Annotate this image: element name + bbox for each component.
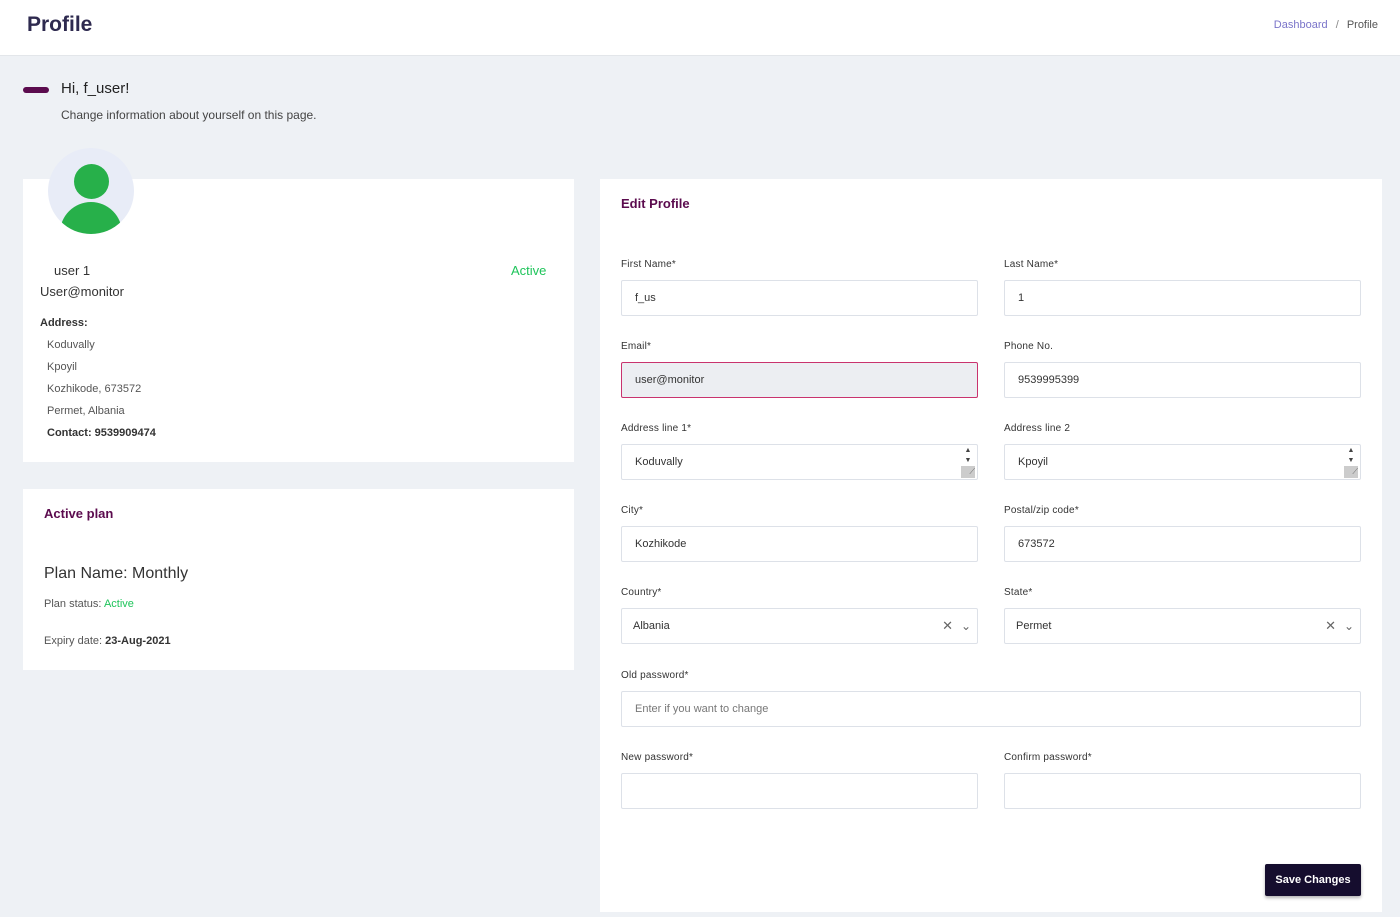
- plan-status-label: Plan status:: [44, 598, 102, 610]
- postal-field[interactable]: 673572: [1004, 526, 1361, 562]
- resize-grip-icon[interactable]: ⟋: [961, 466, 975, 478]
- plan-status: Plan status: Active: [44, 598, 134, 610]
- profile-name: user 1: [54, 263, 91, 278]
- address1-label: Address line 1*: [621, 423, 692, 434]
- plan-expiry-label: Expiry date:: [44, 635, 103, 647]
- clear-icon[interactable]: ✕: [942, 609, 953, 643]
- old-password-label: Old password*: [621, 670, 689, 681]
- address1-value: Koduvally: [635, 456, 683, 468]
- breadcrumb-separator: /: [1335, 19, 1339, 31]
- first-name-label: First Name*: [621, 259, 676, 270]
- country-select[interactable]: Albania ✕ ⌄: [621, 608, 978, 644]
- profile-contact: Contact: 9539909474: [47, 427, 156, 439]
- address1-spinner[interactable]: ▲ ▼ ⟋: [961, 446, 975, 478]
- address2-spinner[interactable]: ▲ ▼ ⟋: [1344, 446, 1358, 478]
- profile-email: User@monitor: [40, 284, 124, 299]
- city-field[interactable]: Kozhikode: [621, 526, 978, 562]
- confirm-password-field[interactable]: [1004, 773, 1361, 809]
- state-value: Permet: [1016, 620, 1052, 632]
- greeting-accent-bar: [23, 87, 49, 93]
- spinner-up-icon[interactable]: ▲: [1344, 446, 1358, 456]
- avatar: [48, 148, 134, 234]
- plan-status-value: Active: [103, 598, 134, 610]
- page-title: Profile: [27, 13, 93, 36]
- spinner-down-icon[interactable]: ▼: [1344, 456, 1358, 466]
- old-password-field[interactable]: Enter if you want to change: [621, 691, 1361, 727]
- avatar-head-icon: [74, 164, 109, 199]
- address-line: Permet, Albania: [47, 405, 125, 417]
- city-label: City*: [621, 505, 644, 516]
- greeting-subtitle: Change information about yourself on thi…: [61, 108, 317, 122]
- resize-grip-icon[interactable]: ⟋: [1344, 466, 1358, 478]
- address-line: Koduvally: [47, 339, 95, 351]
- email-label: Email*: [621, 341, 652, 352]
- address2-textarea[interactable]: Kpoyil ▲ ▼ ⟋: [1004, 444, 1361, 480]
- edit-profile-title: Edit Profile: [621, 196, 690, 211]
- address-label: Address:: [40, 317, 88, 329]
- active-plan-card: Active plan Plan Name: Monthly Plan stat…: [23, 489, 574, 670]
- address2-label: Address line 2: [1004, 423, 1071, 434]
- breadcrumb-current: Profile: [1346, 19, 1378, 31]
- plan-name: Plan Name: Monthly: [44, 565, 189, 582]
- address-line: Kpoyil: [47, 361, 77, 373]
- clear-icon[interactable]: ✕: [1325, 609, 1336, 643]
- country-value: Albania: [633, 620, 670, 632]
- new-password-label: New password*: [621, 752, 694, 763]
- last-name-label: Last Name*: [1004, 259, 1059, 270]
- postal-label: Postal/zip code*: [1004, 505, 1079, 516]
- plan-expiry: Expiry date: 23-Aug-2021: [44, 635, 171, 647]
- breadcrumb-dashboard-link[interactable]: Dashboard: [1274, 19, 1328, 31]
- confirm-password-label: Confirm password*: [1004, 752, 1092, 763]
- state-select[interactable]: Permet ✕ ⌄: [1004, 608, 1361, 644]
- new-password-field[interactable]: [621, 773, 978, 809]
- chevron-down-icon[interactable]: ⌄: [1344, 609, 1354, 643]
- state-label: State*: [1004, 587, 1033, 598]
- edit-profile-card: Edit Profile First Name* f_us Last Name*…: [600, 179, 1382, 912]
- first-name-field[interactable]: f_us: [621, 280, 978, 316]
- chevron-down-icon[interactable]: ⌄: [961, 609, 971, 643]
- plan-expiry-value: 23-Aug-2021: [105, 635, 171, 647]
- spinner-down-icon[interactable]: ▼: [961, 456, 975, 466]
- country-label: Country*: [621, 587, 662, 598]
- plan-card-title: Active plan: [44, 506, 114, 521]
- greeting-title: Hi, f_user!: [61, 80, 130, 97]
- phone-label: Phone No.: [1004, 341, 1054, 352]
- address1-textarea[interactable]: Koduvally ▲ ▼ ⟋: [621, 444, 978, 480]
- email-field[interactable]: user@monitor: [621, 362, 978, 398]
- top-bar: Profile Dashboard / Profile: [0, 0, 1400, 56]
- save-changes-button[interactable]: Save Changes: [1265, 864, 1361, 896]
- breadcrumb: Dashboard / Profile: [1274, 19, 1378, 31]
- avatar-body-icon: [60, 202, 122, 234]
- profile-status: Active: [511, 263, 547, 278]
- address-line: Kozhikode, 673572: [47, 383, 142, 395]
- last-name-field[interactable]: 1: [1004, 280, 1361, 316]
- spinner-up-icon[interactable]: ▲: [961, 446, 975, 456]
- address2-value: Kpoyil: [1018, 456, 1048, 468]
- phone-field[interactable]: 9539995399: [1004, 362, 1361, 398]
